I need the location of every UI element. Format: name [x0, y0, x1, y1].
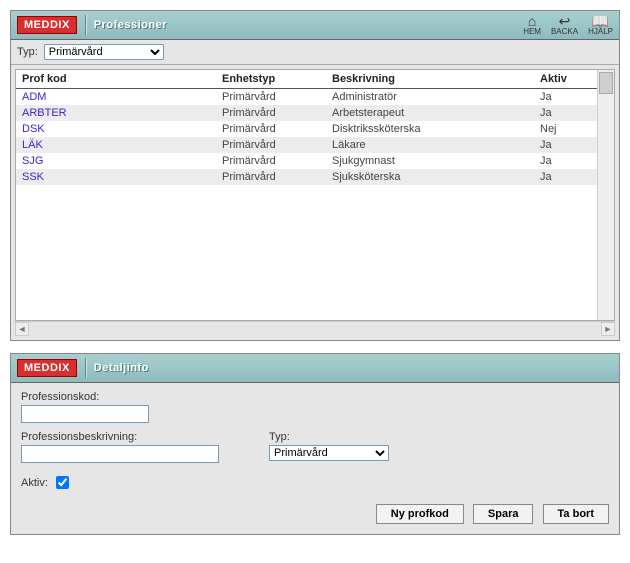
table-wrap: Prof kod Enhetstyp Beskrivning Aktiv ADM…	[11, 65, 619, 340]
cell-desc: Arbetsterapeut	[326, 105, 534, 121]
professioner-titlebar: MEDDIX Professioner ⌂ HEM ↩ BACKA 📖 HJÄL…	[11, 11, 619, 40]
hem-button[interactable]: ⌂ HEM	[523, 14, 541, 36]
table-row[interactable]: DSKPrimärvårdDisktrikssköterskaNej	[16, 121, 614, 137]
app-logo: MEDDIX	[17, 359, 77, 377]
help-icon: 📖	[592, 14, 609, 28]
button-row: Ny profkod Spara Ta bort	[21, 504, 609, 524]
backa-label: BACKA	[551, 28, 578, 36]
table-row[interactable]: LÄKPrimärvårdLäkareJa	[16, 137, 614, 153]
titlebar-divider	[85, 358, 86, 378]
scrollbar-horizontal[interactable]: ◄ ►	[15, 321, 615, 336]
professioner-panel: MEDDIX Professioner ⌂ HEM ↩ BACKA 📖 HJÄL…	[10, 10, 620, 341]
profkod-link[interactable]: SSK	[22, 171, 44, 183]
scroll-left-icon[interactable]: ◄	[15, 322, 29, 336]
panel-title: Professioner	[94, 19, 167, 31]
cell-unit: Primärvård	[216, 89, 326, 106]
professionskod-label: Professionskod:	[21, 391, 609, 403]
col-profkod: Prof kod	[16, 70, 216, 89]
scrollbar-vertical[interactable]	[597, 70, 614, 320]
app-logo: MEDDIX	[17, 16, 77, 34]
profkod-link[interactable]: ADM	[22, 91, 46, 103]
table-scrollbox[interactable]: Prof kod Enhetstyp Beskrivning Aktiv ADM…	[15, 69, 615, 321]
spara-button[interactable]: Spara	[473, 504, 534, 524]
cell-desc: Disktrikssköterska	[326, 121, 534, 137]
backa-button[interactable]: ↩ BACKA	[551, 14, 578, 36]
hjalp-button[interactable]: 📖 HJÄLP	[588, 14, 613, 36]
cell-unit: Primärvård	[216, 137, 326, 153]
ny-profkod-button[interactable]: Ny profkod	[376, 504, 464, 524]
cell-unit: Primärvård	[216, 153, 326, 169]
titlebar-divider	[85, 15, 86, 35]
scrollbar-thumb[interactable]	[599, 72, 613, 94]
profkod-link[interactable]: LÄK	[22, 139, 43, 151]
aktiv-label: Aktiv:	[21, 477, 48, 489]
cell-unit: Primärvård	[216, 169, 326, 185]
professionsbeskrivning-input[interactable]	[21, 445, 219, 463]
prof-table: Prof kod Enhetstyp Beskrivning Aktiv ADM…	[16, 70, 614, 185]
panel-title: Detaljinfo	[94, 362, 149, 374]
col-enhetstyp: Enhetstyp	[216, 70, 326, 89]
cell-unit: Primärvård	[216, 105, 326, 121]
cell-desc: Sjukgymnast	[326, 153, 534, 169]
table-row[interactable]: ADMPrimärvårdAdministratörJa	[16, 89, 614, 106]
home-icon: ⌂	[528, 14, 536, 28]
col-beskrivning: Beskrivning	[326, 70, 534, 89]
professionskod-input[interactable]	[21, 405, 149, 423]
cell-desc: Administratör	[326, 89, 534, 106]
cell-desc: Läkare	[326, 137, 534, 153]
scroll-right-icon[interactable]: ►	[601, 322, 615, 336]
filter-bar: Typ: Primärvård	[11, 40, 619, 65]
detail-body: Professionskod: Professionsbeskrivning: …	[11, 383, 619, 534]
typ-select[interactable]: Primärvård	[269, 445, 389, 461]
toolbar: ⌂ HEM ↩ BACKA 📖 HJÄLP	[523, 14, 613, 36]
table-row[interactable]: SJGPrimärvårdSjukgymnastJa	[16, 153, 614, 169]
professionsbeskrivning-label: Professionsbeskrivning:	[21, 431, 219, 443]
profkod-link[interactable]: SJG	[22, 155, 43, 167]
detaljinfo-panel: MEDDIX Detaljinfo Professionskod: Profes…	[10, 353, 620, 535]
cell-unit: Primärvård	[216, 121, 326, 137]
aktiv-checkbox[interactable]	[56, 476, 69, 489]
typ-label: Typ:	[269, 431, 389, 443]
table-row[interactable]: ARBTERPrimärvårdArbetsterapeutJa	[16, 105, 614, 121]
profkod-link[interactable]: DSK	[22, 123, 45, 135]
table-row[interactable]: SSKPrimärvårdSjuksköterskaJa	[16, 169, 614, 185]
filter-label: Typ:	[17, 46, 38, 58]
filter-typ-select[interactable]: Primärvård	[44, 44, 164, 60]
hem-label: HEM	[523, 28, 541, 36]
hjalp-label: HJÄLP	[588, 28, 613, 36]
detaljinfo-titlebar: MEDDIX Detaljinfo	[11, 354, 619, 383]
cell-desc: Sjuksköterska	[326, 169, 534, 185]
back-icon: ↩	[559, 14, 571, 28]
profkod-link[interactable]: ARBTER	[22, 107, 67, 119]
ta-bort-button[interactable]: Ta bort	[543, 504, 609, 524]
